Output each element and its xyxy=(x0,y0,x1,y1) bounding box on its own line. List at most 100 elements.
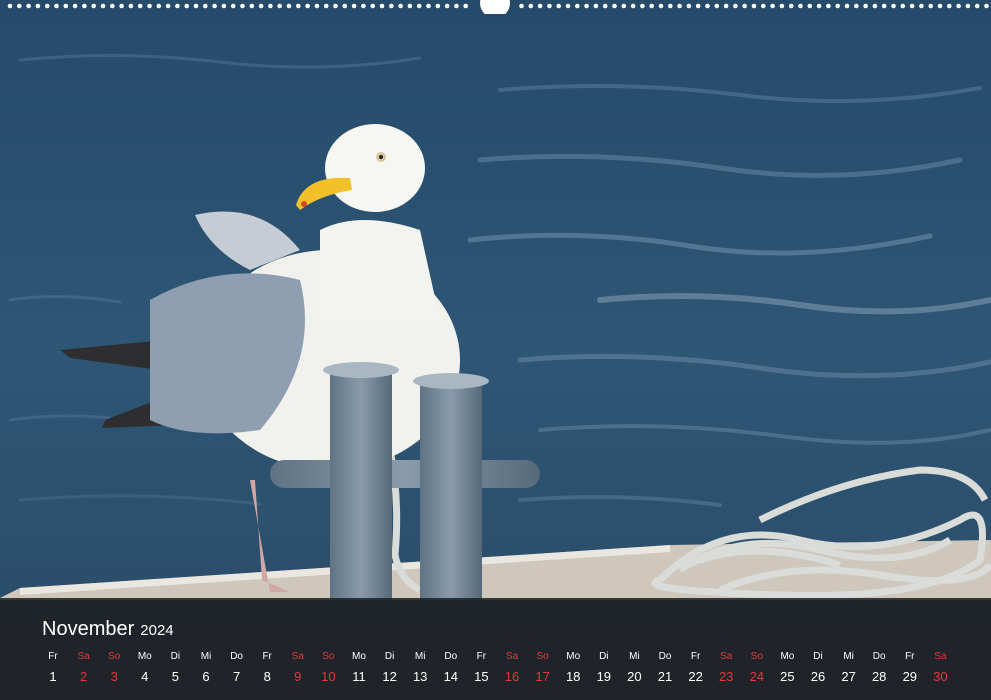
binding-hole xyxy=(165,3,171,9)
binding-hole xyxy=(435,3,441,9)
binding-hole xyxy=(909,3,915,9)
binding-hole xyxy=(816,3,822,9)
binding-hole xyxy=(26,3,31,9)
day-number: 9 xyxy=(294,669,302,684)
binding-hole xyxy=(547,3,552,9)
binding-hole xyxy=(82,3,87,9)
day-number: 2 xyxy=(79,669,88,684)
binding-hole xyxy=(751,3,757,9)
binding-hole xyxy=(463,3,469,9)
weekday-label: Mi xyxy=(200,651,212,662)
day-number: 14 xyxy=(443,669,459,684)
weekday-label: Mo xyxy=(780,651,795,662)
binding-hole xyxy=(723,3,729,9)
binding-hole xyxy=(156,3,162,9)
day-number: 19 xyxy=(596,669,612,684)
binding-hole xyxy=(881,3,887,9)
binding-hole xyxy=(528,3,534,9)
day-number: 12 xyxy=(382,669,397,684)
binding-hole xyxy=(742,3,747,9)
weekday-label: Mo xyxy=(352,651,366,662)
weekday-label: Mi xyxy=(629,651,640,662)
weekday-label: Sa xyxy=(720,651,733,662)
day-number: 3 xyxy=(110,669,118,684)
day-number: 8 xyxy=(263,669,271,684)
binding-hole xyxy=(240,3,245,9)
binding-hole xyxy=(686,3,692,9)
day-number: 23 xyxy=(718,669,734,684)
binding-hole xyxy=(128,3,134,9)
binding-hole xyxy=(416,3,422,9)
day-number: 6 xyxy=(202,669,210,684)
binding-hole xyxy=(147,3,152,9)
weekday-label: Mo xyxy=(566,651,581,662)
weekday-label: Mi xyxy=(843,651,854,662)
weekday-label: Do xyxy=(230,651,243,662)
weekday-label: So xyxy=(322,651,335,662)
binding-hole xyxy=(928,3,933,9)
binding-hole xyxy=(398,3,403,9)
binding-hole xyxy=(54,3,59,9)
binding-hole xyxy=(668,3,673,9)
binding-hole xyxy=(100,3,106,9)
binding-hole xyxy=(556,3,561,9)
weekday-label: Di xyxy=(813,651,823,662)
binding-hole xyxy=(695,3,701,9)
day-number: 15 xyxy=(474,669,489,684)
binding-hole xyxy=(770,3,775,9)
binding-hole xyxy=(714,3,720,9)
binding-hole xyxy=(203,3,208,9)
binding-hole xyxy=(984,3,989,9)
binding-hole xyxy=(277,3,283,9)
binding-hole xyxy=(621,3,627,9)
binding-hole xyxy=(630,3,636,9)
binding-hole xyxy=(44,3,50,9)
binding-hole xyxy=(212,3,217,9)
binding-hole xyxy=(184,3,189,9)
day-number: 7 xyxy=(232,669,241,684)
binding-hole xyxy=(974,3,980,9)
weekday-label: Fr xyxy=(476,651,487,662)
calendar-panel: November 2024 Fr 1 Sa 2 So 3 Mo 4 Di 5 Mi 6 Do 7 Fr 8 Sa 9… xyxy=(0,598,991,700)
binding-hole xyxy=(779,3,785,9)
day-number: 11 xyxy=(352,669,366,684)
binding-hole xyxy=(17,3,22,9)
weekday-label: Sa xyxy=(505,651,519,662)
binding-hole xyxy=(7,3,13,9)
binding-hole xyxy=(593,3,599,9)
weekday-label: Di xyxy=(599,651,609,662)
binding-hole xyxy=(63,3,69,9)
binding-hole xyxy=(565,3,571,9)
binding-hole xyxy=(342,3,348,9)
binding-hole xyxy=(872,3,878,9)
binding-hole xyxy=(612,3,617,9)
weekday-label: Fr xyxy=(905,651,915,662)
weekday-label: Sa xyxy=(934,651,947,662)
weekday-label: Di xyxy=(384,651,395,662)
day-number: 20 xyxy=(627,669,642,684)
binding-hole xyxy=(658,3,664,9)
binding-hole xyxy=(844,3,850,9)
weekday-label: So xyxy=(750,651,763,662)
weekday-label: Fr xyxy=(262,651,272,662)
weekday-label: So xyxy=(536,651,549,662)
binding-hole xyxy=(35,3,41,9)
binding-hole xyxy=(761,3,766,9)
binding-hole xyxy=(937,3,943,9)
binding-hole xyxy=(519,3,524,9)
binding-hole xyxy=(947,3,952,9)
day-number: 16 xyxy=(504,669,520,684)
binding-hole xyxy=(268,3,273,9)
binding-hole xyxy=(91,3,96,9)
binding-hole xyxy=(193,3,199,9)
binding-dots xyxy=(7,0,989,14)
binding-hole xyxy=(826,3,831,9)
binding-hole xyxy=(426,3,431,9)
binding-hole xyxy=(891,3,896,9)
binding-hole xyxy=(305,3,310,9)
weekday-label: Do xyxy=(444,651,458,662)
day-number: 17 xyxy=(535,669,550,684)
weekday-label: So xyxy=(108,651,121,662)
binding-hole xyxy=(137,3,143,9)
binding-hole xyxy=(454,3,459,9)
